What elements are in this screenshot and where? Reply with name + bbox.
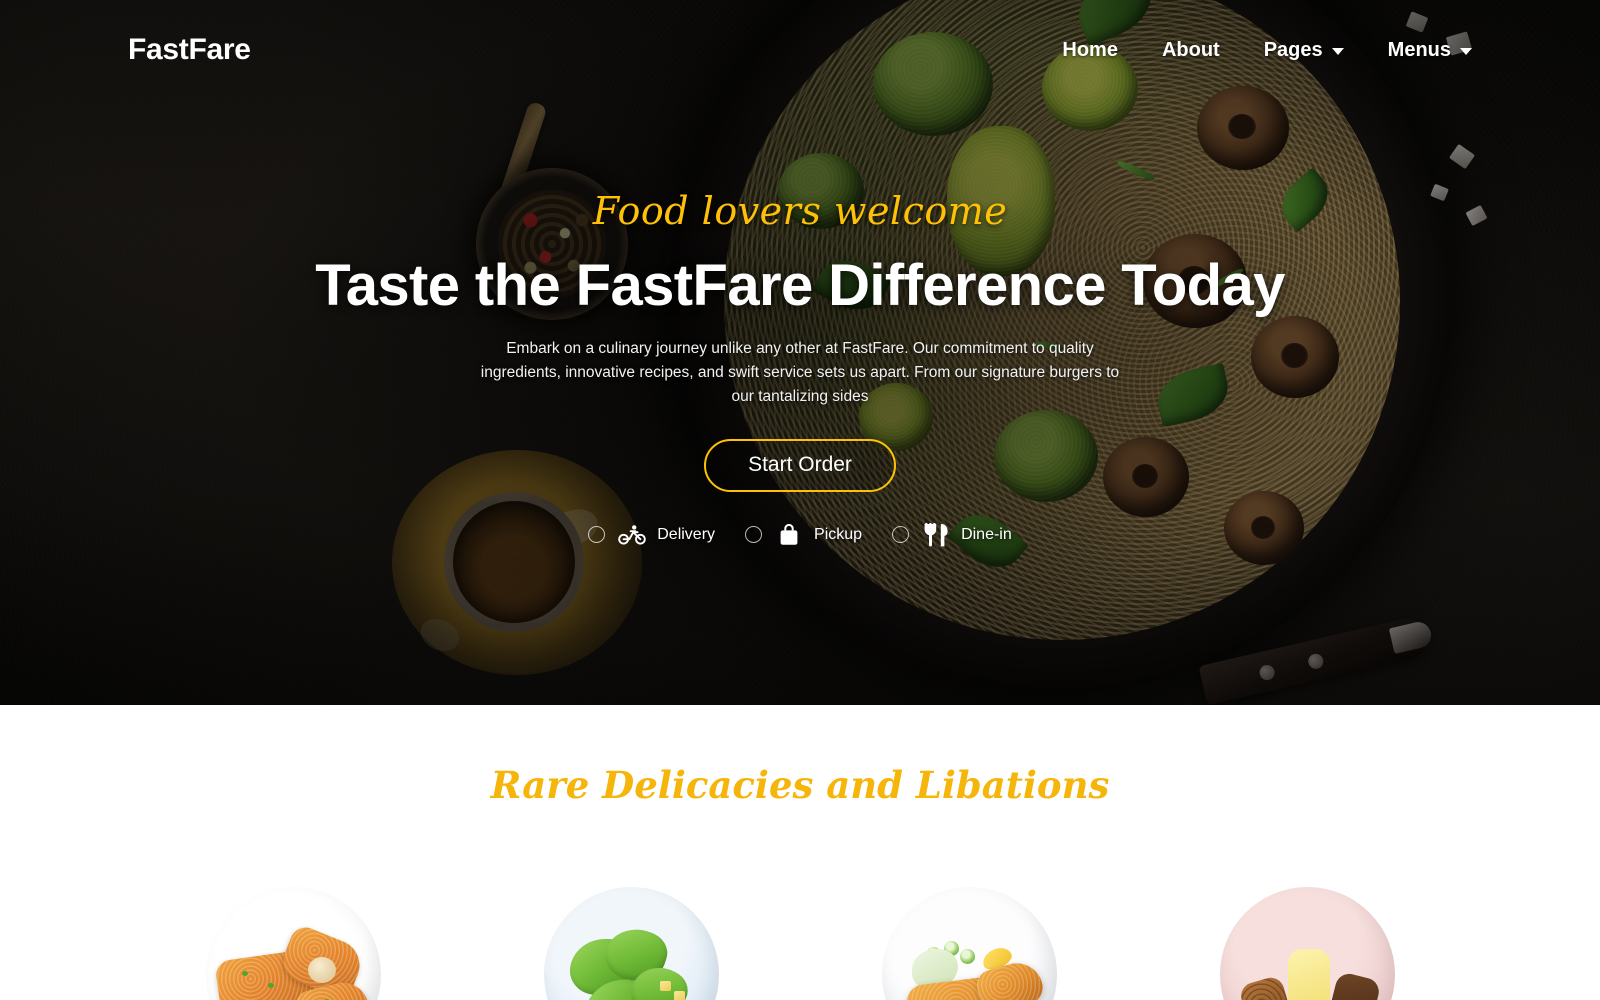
nav-item-label: Home <box>1062 38 1118 61</box>
hero-description: Embark on a culinary journey unlike any … <box>480 339 1120 405</box>
dish-green-salad[interactable] <box>543 887 719 1000</box>
radio-delivery[interactable] <box>588 526 606 544</box>
cheese-filling <box>307 957 336 983</box>
order-mode-pickup[interactable]: Pickup <box>745 523 862 547</box>
vanilla-bar <box>1287 949 1330 1000</box>
dish-breaded-cutlets[interactable] <box>205 887 381 1000</box>
shopping-bag-icon <box>775 523 803 547</box>
order-mode-label: Pickup <box>814 525 863 543</box>
cheese-cube <box>673 991 685 1000</box>
order-mode-group: Delivery Pickup Dine-in <box>588 522 1012 547</box>
start-order-button[interactable]: Start Order <box>704 438 896 492</box>
fork-knife-icon <box>922 522 950 547</box>
page-title: Taste the FastFare Difference Today <box>315 253 1285 318</box>
hero-eyebrow: Food lovers welcome <box>592 189 1008 233</box>
chevron-down-icon <box>1331 48 1344 55</box>
bicycle-icon <box>618 523 646 547</box>
dish-ice-cream-bars[interactable] <box>1219 887 1395 1000</box>
nav-item-label: About <box>1161 38 1220 61</box>
radio-dinein[interactable] <box>892 526 910 544</box>
hero-section: FastFare Home About Pages Menus Food lov… <box>0 0 1600 705</box>
order-mode-dinein[interactable]: Dine-in <box>892 522 1012 547</box>
brand-logo[interactable]: FastFare <box>128 33 251 67</box>
dish-fish-and-chips[interactable] <box>881 887 1057 1000</box>
order-mode-label: Delivery <box>657 525 716 543</box>
cucumber-slice <box>959 949 975 964</box>
nav-item-home[interactable]: Home <box>1062 39 1118 62</box>
nav-item-menus[interactable]: Menus <box>1388 39 1472 62</box>
nav-item-label: Menus <box>1387 38 1451 61</box>
radio-pickup[interactable] <box>745 526 763 544</box>
specials-section: Rare Delicacies and Libations <box>0 705 1600 1000</box>
order-mode-delivery[interactable]: Delivery <box>588 523 715 547</box>
chevron-down-icon <box>1460 48 1472 55</box>
nav-links: Home About Pages Menus <box>1062 39 1472 62</box>
order-mode-label: Dine-in <box>961 525 1012 543</box>
dish-row <box>0 887 1600 1000</box>
cheese-cube <box>659 981 671 991</box>
parsley-garnish <box>241 971 248 976</box>
parsley-garnish <box>267 983 274 988</box>
nav-item-label: Pages <box>1263 38 1323 61</box>
nav-item-about[interactable]: About <box>1162 39 1220 62</box>
specials-title: Rare Delicacies and Libations <box>490 763 1110 807</box>
hero-content: Food lovers welcome Taste the FastFare D… <box>0 0 1600 705</box>
nav-item-pages[interactable]: Pages <box>1264 39 1344 62</box>
main-navbar: FastFare Home About Pages Menus <box>0 0 1600 100</box>
